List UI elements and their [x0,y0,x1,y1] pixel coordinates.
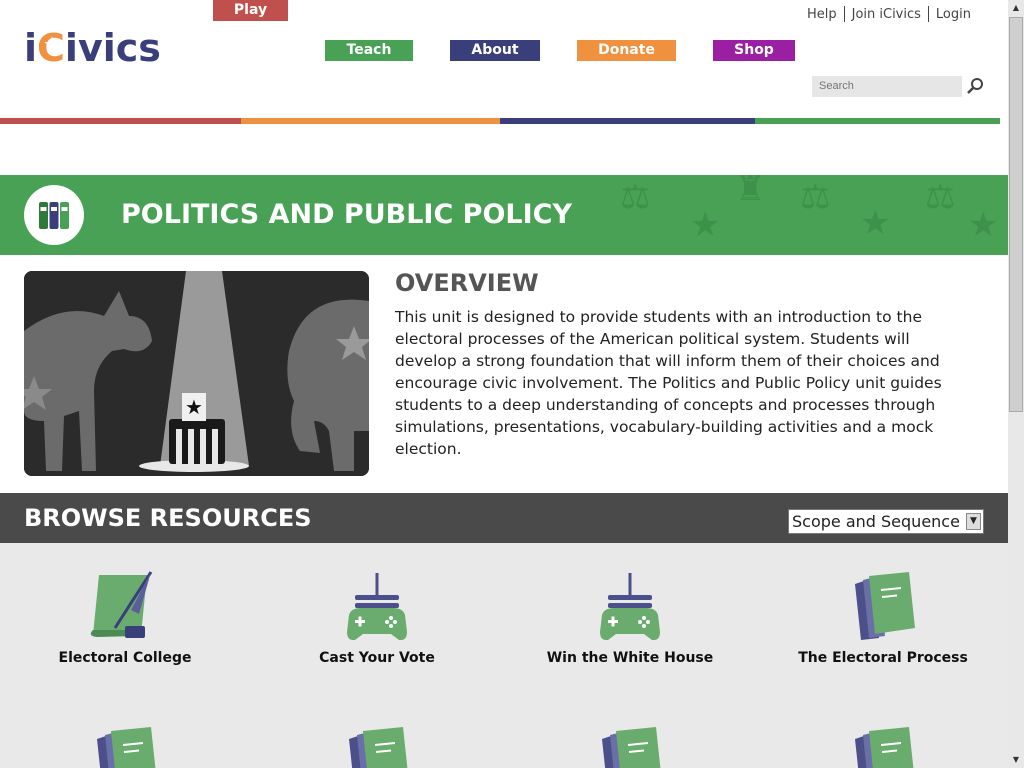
overview-heading: OVERVIEW [395,269,539,297]
unit-title: POLITICS AND PUBLIC POLICY [121,199,573,230]
nav-teach-button[interactable]: Teach [325,40,413,61]
search-input[interactable] [812,76,962,97]
browse-resources-heading: BROWSE RESOURCES [24,504,312,532]
scroll-up-icon[interactable]: ▲ [1008,0,1024,16]
vertical-scrollbar[interactable]: ▲ ▼ [1008,0,1024,768]
top-links: Help Join iCivics Login [800,6,978,22]
resource-card[interactable] [257,725,497,768]
search-icon[interactable] [966,77,984,95]
resource-card-win-the-white-house[interactable]: Win the White House [510,570,750,668]
star-icon: ★ [968,205,999,245]
nav-about-button[interactable]: About [450,40,540,61]
lesson-plan-icon [855,727,914,768]
scrollbar-thumb[interactable] [1009,17,1023,412]
page: iC ★ ivics Play Teach About Donate Shop He… [0,0,1008,768]
donkey-elephant-illustration: ★ [24,271,369,476]
nav-play-button[interactable]: Play [213,0,288,21]
books-icon [39,202,69,229]
star-icon: ★ [860,203,891,243]
scroll-down-icon[interactable]: ▼ [1008,752,1024,768]
bell-icon: ♜ [735,175,766,209]
resources-grid: Electoral College Cast Your Vote Win the… [0,543,1008,768]
unit-banner: ⚖ ★ ♜ ⚖ ★ ⚖ ★ POLITICS AND PUBLIC POLICY [0,175,1008,255]
game-controller-icon [347,573,407,640]
scales-icon: ⚖ [925,177,956,217]
nav-shop-button[interactable]: Shop [713,40,795,61]
star-icon: ★ [690,205,721,245]
resource-card[interactable] [5,725,245,768]
resource-card[interactable] [763,725,1003,768]
chevron-down-icon[interactable]: ▼ [966,513,981,530]
nav-donate-button[interactable]: Donate [577,40,676,61]
lesson-plan-icon [602,727,661,768]
resource-title: Electoral College [58,650,192,666]
scales-icon: ⚖ [800,177,831,217]
resource-card-cast-your-vote[interactable]: Cast Your Vote [257,570,497,668]
select-value: Scope and Sequence [792,512,960,531]
login-link[interactable]: Login [929,7,978,22]
color-stripe-navy [500,118,755,124]
icivics-logo[interactable]: iC ★ ivics [24,28,161,68]
overview-description: This unit is designed to provide student… [395,308,942,458]
unit-hero-image: ★ [24,271,369,476]
svg-text:★: ★ [185,395,203,419]
game-controller-icon [600,573,660,640]
join-link[interactable]: Join iCivics [845,7,928,22]
resource-card[interactable] [510,725,750,768]
logo-text: ivics [64,26,161,70]
unit-icon-circle [24,185,84,245]
logo-letter-c: C ★ [37,26,65,70]
scales-icon: ⚖ [620,177,651,217]
color-stripe-green [755,118,1000,124]
lesson-plan-icon [97,727,156,768]
help-link[interactable]: Help [800,7,844,22]
resource-title: Win the White House [546,650,714,666]
resource-title: The Electoral Process [798,650,968,666]
resource-card-electoral-process[interactable]: The Electoral Process [763,570,1003,668]
lesson-plan-icon [349,727,408,768]
lesson-plan-icon [855,572,915,640]
scroll-quill-icon [90,571,153,638]
logo-letter-i: i [24,26,38,70]
color-stripe-red [0,118,241,124]
browse-filter-select[interactable]: Scope and Sequence ▼ [788,509,984,534]
resource-title: Cast Your Vote [319,650,435,666]
color-stripe-orange [241,118,500,124]
star-icon: ★ [43,32,61,56]
resource-card-electoral-college[interactable]: Electoral College [5,570,245,668]
